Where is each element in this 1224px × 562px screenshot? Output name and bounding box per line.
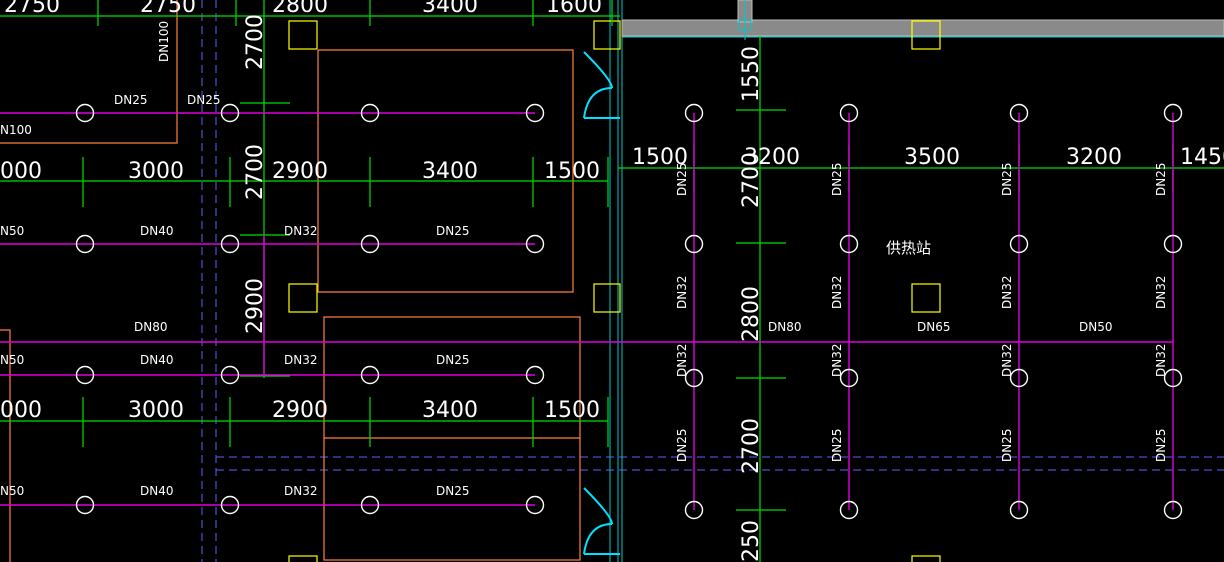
pipe-label-dn100-horizontal: N100 xyxy=(0,123,32,137)
dim-vert-right-4: 2700 xyxy=(739,418,764,474)
dim-row2-4: 3400 xyxy=(422,159,478,184)
dim-row1-1: 2750 xyxy=(4,0,60,18)
pipe-label-row4-2: DN40 xyxy=(140,484,174,498)
pipe-label-vert-midlow-4: DN32 xyxy=(1154,344,1168,378)
dim-row1-4: 3400 xyxy=(422,0,478,18)
pipe-label-vert-midup-3: DN32 xyxy=(1000,276,1014,310)
dim-row2-2: 3000 xyxy=(128,159,184,184)
pipe-label-row4-3: DN32 xyxy=(284,484,318,498)
pipe-label-vert-lower-2: DN25 xyxy=(830,429,844,463)
pipe-label-vert-lower-3: DN25 xyxy=(1000,429,1014,463)
pipe-label-vert-midlow-3: DN32 xyxy=(1000,344,1014,378)
pipe-label-main-right-1: DN80 xyxy=(768,320,802,334)
dim-row3-2: 3000 xyxy=(128,398,184,423)
pipe-label-vert-upper-1: DN25 xyxy=(675,163,689,197)
pipe-label-row2-2: DN40 xyxy=(140,224,174,238)
pipe-label-vert-upper-2: DN25 xyxy=(830,163,844,197)
pipe-label-vert-lower-1: DN25 xyxy=(675,429,689,463)
dim-right-5: 1450 xyxy=(1180,145,1224,170)
dim-row1-5: 1600 xyxy=(546,0,602,18)
dim-row1-2: 2750 xyxy=(140,0,196,18)
pipe-label-vert-upper-4: DN25 xyxy=(1154,163,1168,197)
pipe-label-row4-1: N50 xyxy=(0,484,24,498)
pipe-label-vert-midlow-1: DN32 xyxy=(675,344,689,378)
dim-right-3: 3500 xyxy=(904,145,960,170)
pipe-label-main-right-3: DN50 xyxy=(1079,320,1113,334)
pipe-label-row2-1: N50 xyxy=(0,224,24,238)
pipe-label-main-left: DN80 xyxy=(134,320,168,334)
pipe-label-row3-1: N50 xyxy=(0,353,24,367)
dim-vert-right-5: 250 xyxy=(739,520,764,562)
pipe-label-vert-lower-4: DN25 xyxy=(1154,429,1168,463)
pipe-label-dn100-vertical: DN100 xyxy=(157,21,171,62)
dim-row1-3: 2800 xyxy=(272,0,328,18)
dim-vert-left-3: 2900 xyxy=(243,278,268,334)
dim-vert-right-3: 2800 xyxy=(739,286,764,342)
dim-row3-4: 3400 xyxy=(422,398,478,423)
pipe-label-main-right-2: DN65 xyxy=(917,320,951,334)
pipe-label-row2-4: DN25 xyxy=(436,224,470,238)
pipe-label-row3-4: DN25 xyxy=(436,353,470,367)
pipe-label-vert-midup-1: DN32 xyxy=(675,276,689,310)
dim-row3-3: 2900 xyxy=(272,398,328,423)
dim-row2-5: 1500 xyxy=(544,159,600,184)
pipe-label-vert-midlow-2: DN32 xyxy=(830,344,844,378)
dim-right-4: 3200 xyxy=(1066,145,1122,170)
dim-row3-5: 1500 xyxy=(544,398,600,423)
pipe-label-row3-2: DN40 xyxy=(140,353,174,367)
pipe-label-row3-3: DN32 xyxy=(284,353,318,367)
pipe-label-vert-midup-2: DN32 xyxy=(830,276,844,310)
dim-vert-left-2: 2700 xyxy=(243,144,268,200)
cad-drawing-canvas[interactable]: 2750 2750 2800 3400 1600 000 3000 2900 3… xyxy=(0,0,1224,562)
dim-row2-3: 2900 xyxy=(272,159,328,184)
pipe-label-vert-midup-4: DN32 xyxy=(1154,276,1168,310)
dim-row3-1: 000 xyxy=(0,398,42,423)
pipe-label-row4-4: DN25 xyxy=(436,484,470,498)
pipe-label-top-b: DN25 xyxy=(187,93,221,107)
dim-vert-left-1: 2700 xyxy=(243,14,268,70)
dim-row2-1: 000 xyxy=(0,159,42,184)
room-label: 供热站 xyxy=(886,239,931,257)
dim-vert-right-1: 1550 xyxy=(739,46,764,102)
pipe-label-vert-upper-3: DN25 xyxy=(1000,163,1014,197)
pipe-label-top-a: DN25 xyxy=(114,93,148,107)
pipe-label-row2-3: DN32 xyxy=(284,224,318,238)
dim-vert-right-2: 2700 xyxy=(739,152,764,208)
